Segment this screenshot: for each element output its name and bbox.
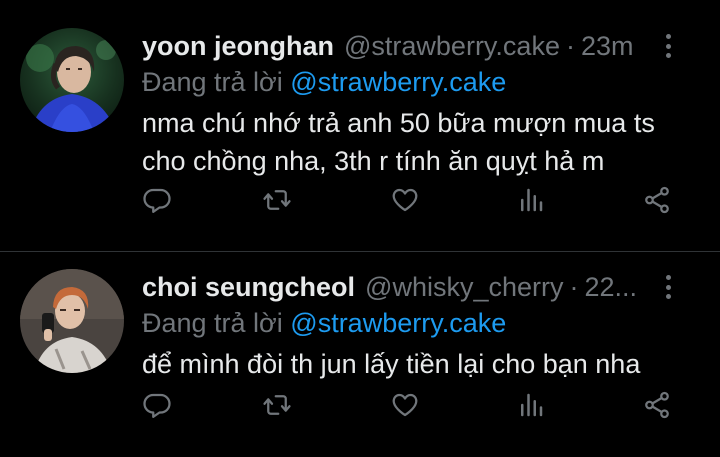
replying-to-mention[interactable]: @strawberry.cake: [290, 308, 506, 338]
views-icon: [521, 188, 543, 212]
tweet-text: nma chú nhớ trả anh 50 bữa mượn mua ts c…: [142, 104, 704, 180]
reply-icon: [143, 393, 171, 418]
tweet-text: để mình đòi th jun lấy tiền lại cho bạn …: [142, 345, 704, 383]
replying-to-label: Đang trả lời: [142, 308, 283, 338]
tweet-content: yoon jeonghan @strawberry.cake · 23m Đan…: [142, 28, 704, 251]
share-icon: [645, 391, 669, 419]
reply-button[interactable]: [140, 388, 174, 422]
avatar[interactable]: [20, 269, 124, 373]
tweet-feed: yoon jeonghan @strawberry.cake · 23m Đan…: [0, 0, 720, 457]
retweet-icon: [263, 395, 291, 415]
views-button[interactable]: [514, 388, 548, 422]
avatar[interactable]: [20, 28, 124, 132]
reply-icon: [143, 188, 171, 213]
replying-to: Đang trả lời @strawberry.cake: [142, 305, 704, 341]
timestamp[interactable]: 23m: [581, 28, 634, 64]
tweet-text-line: để mình đòi th jun lấy tiền lại cho bạn …: [142, 349, 641, 379]
like-icon: [392, 188, 418, 212]
share-button[interactable]: [640, 388, 674, 422]
retweet-button[interactable]: [260, 388, 294, 422]
tweet[interactable]: yoon jeonghan @strawberry.cake · 23m Đan…: [0, 0, 720, 251]
display-name[interactable]: choi seungcheol: [142, 269, 355, 305]
tweet-text-line: cho chồng nha, 3th r tính ăn quỵt hả m: [142, 146, 605, 176]
tweet-text-line: nma chú nhớ trả anh 50 bữa mượn mua ts: [142, 108, 655, 138]
retweet-button[interactable]: [260, 183, 294, 217]
separator-dot: ·: [565, 31, 575, 61]
tweet-header: choi seungcheol @whisky_cherry · 22...: [142, 269, 704, 305]
like-button[interactable]: [388, 388, 422, 422]
views-button[interactable]: [514, 183, 548, 217]
replying-to-label: Đang trả lời: [142, 67, 283, 97]
share-button[interactable]: [640, 183, 674, 217]
retweet-icon: [263, 190, 291, 210]
replying-to: Đang trả lời @strawberry.cake: [142, 64, 704, 100]
share-icon: [645, 186, 669, 214]
display-name[interactable]: yoon jeonghan: [142, 28, 334, 64]
tweet[interactable]: choi seungcheol @whisky_cherry · 22... Đ…: [0, 251, 720, 457]
reply-button[interactable]: [140, 183, 174, 217]
timestamp[interactable]: 22...: [585, 269, 638, 305]
user-handle[interactable]: @whisky_cherry: [365, 269, 563, 305]
more-icon[interactable]: [658, 273, 678, 301]
avatar-image-seungcheol: [20, 269, 124, 373]
views-icon: [521, 393, 543, 417]
tweet-content: choi seungcheol @whisky_cherry · 22... Đ…: [142, 269, 704, 457]
more-icon[interactable]: [658, 32, 678, 60]
tweet-header: yoon jeonghan @strawberry.cake · 23m: [142, 28, 704, 64]
separator-dot: ·: [569, 272, 579, 302]
avatar-column: [20, 269, 142, 457]
avatar-column: [20, 28, 142, 251]
like-button[interactable]: [388, 183, 422, 217]
avatar-image-jeonghan: [20, 28, 124, 132]
user-handle[interactable]: @strawberry.cake: [344, 28, 560, 64]
replying-to-mention[interactable]: @strawberry.cake: [290, 67, 506, 97]
like-icon: [392, 393, 418, 417]
